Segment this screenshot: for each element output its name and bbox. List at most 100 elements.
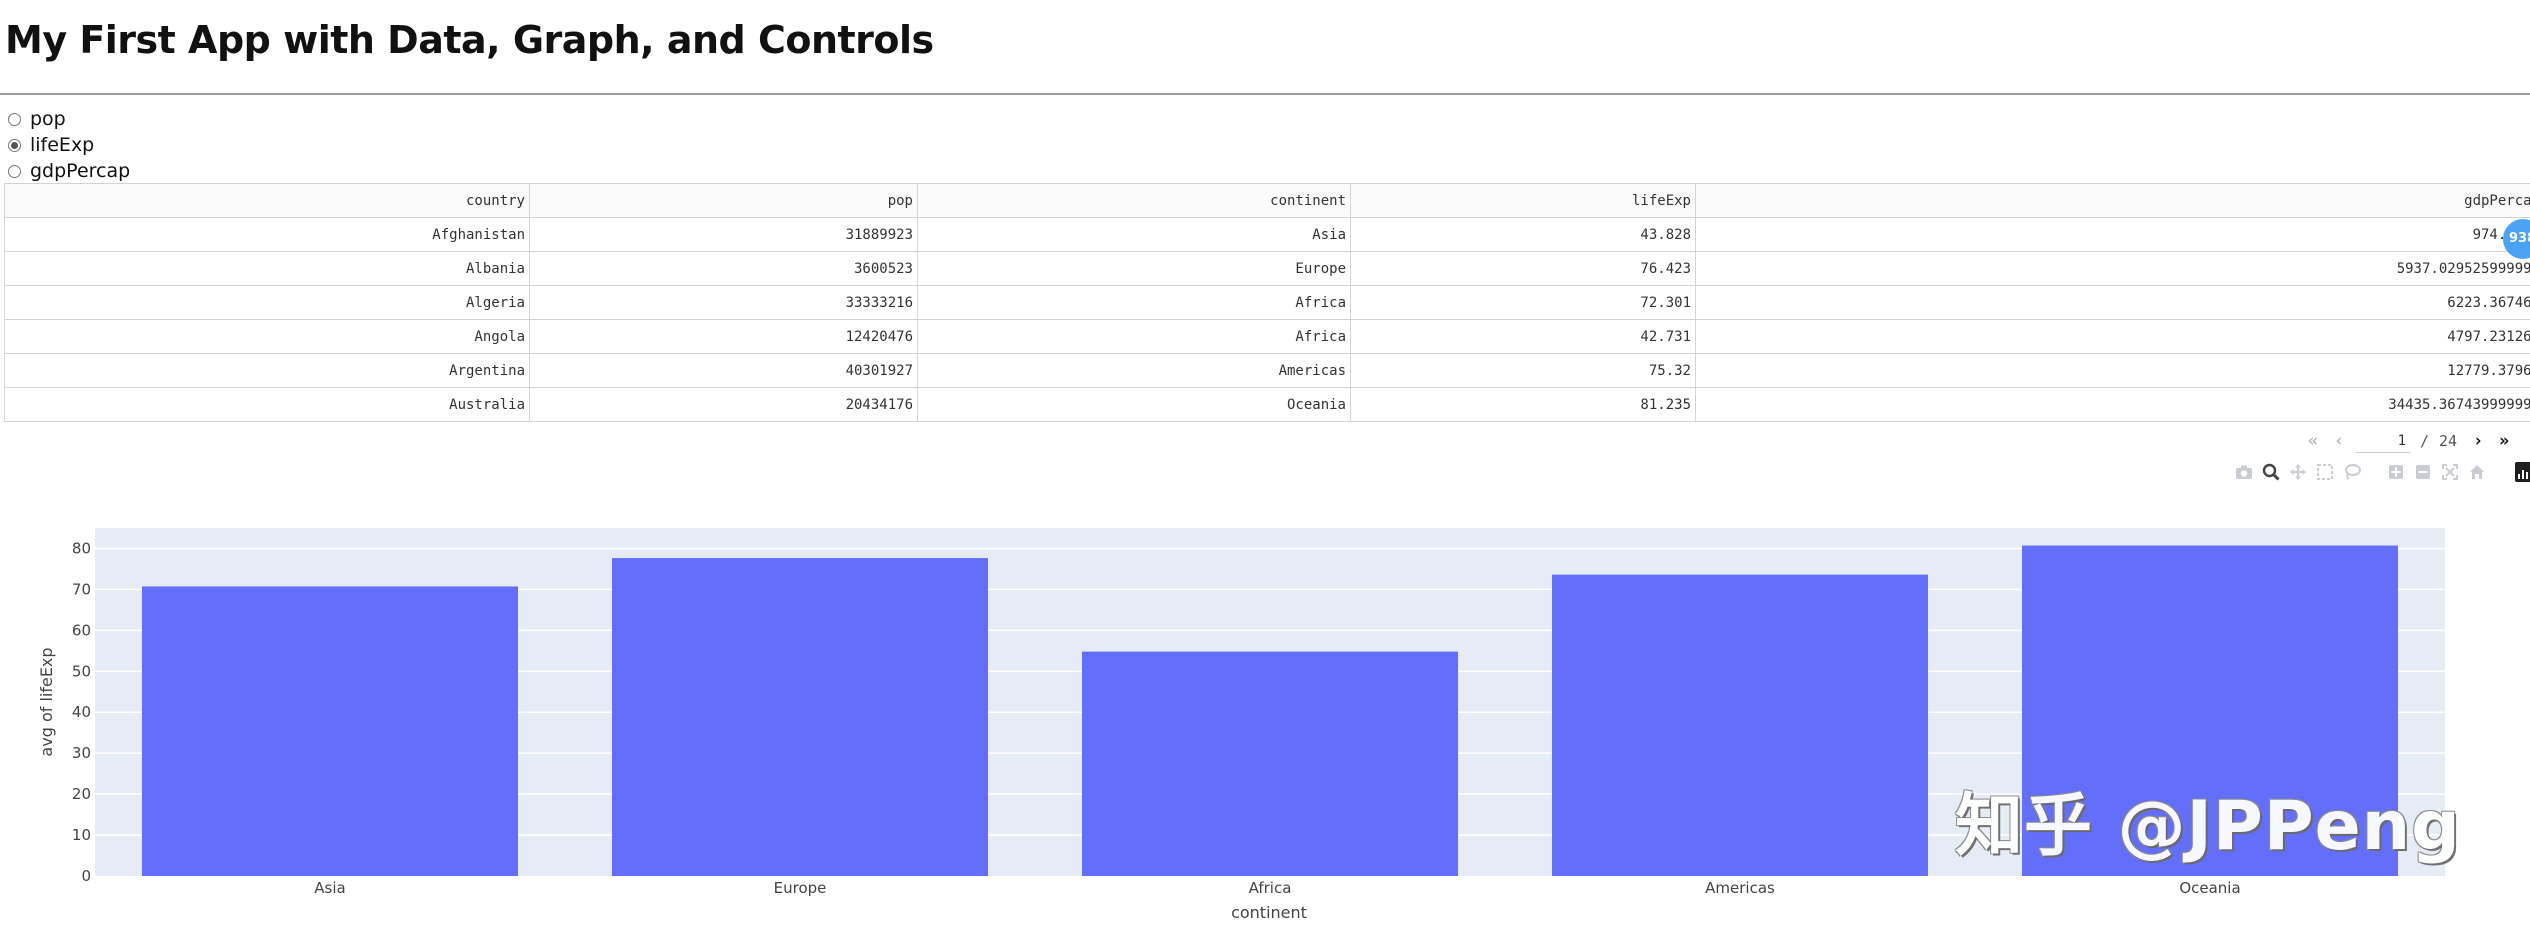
radio-label: lifeExp	[30, 134, 95, 156]
table-cell[interactable]: 974.5803	[1695, 217, 2530, 252]
zoom-icon[interactable]	[2261, 462, 2281, 482]
plot-modebar	[2234, 462, 2530, 482]
bar-asia[interactable]	[142, 586, 518, 876]
table-cell[interactable]: Europe	[917, 251, 1351, 286]
current-page-input[interactable]	[2356, 429, 2410, 453]
table-cell[interactable]: 75.32	[1350, 353, 1696, 388]
table-cell[interactable]: Americas	[917, 353, 1351, 388]
table-pagination: « ‹ / 24 › »	[2300, 428, 2530, 454]
table-row: Afghanistan 31889923 Asia 43.828 974.580…	[4, 217, 2530, 252]
column-header-lifeexp[interactable]: lifeExp	[1350, 183, 1696, 218]
table-cell[interactable]: Asia	[917, 217, 1351, 252]
y-tick-label: 30	[72, 744, 91, 762]
table-cell[interactable]: 34435.367439999995	[1695, 387, 2530, 422]
x-tick-label: Asia	[314, 879, 345, 897]
radio-label: pop	[30, 108, 66, 130]
table-cell[interactable]: 42.731	[1350, 319, 1696, 354]
table-cell[interactable]: 6223.367465	[1695, 285, 2530, 320]
x-axis-label: continent	[1231, 903, 1307, 922]
y-axis-ticks: 0 10 20 30 40 50 60 70 80	[72, 539, 91, 885]
radio-button[interactable]	[8, 164, 21, 178]
column-header-pop[interactable]: pop	[529, 183, 918, 218]
table-cell[interactable]: 20434176	[529, 387, 918, 422]
radio-option-gdppercap[interactable]: gdpPercap	[8, 158, 130, 184]
y-tick-label: 80	[72, 539, 91, 557]
radio-button[interactable]	[8, 138, 21, 152]
radio-option-pop[interactable]: pop	[8, 106, 130, 132]
y-tick-label: 50	[72, 662, 91, 680]
table-row: Angola 12420476 Africa 42.731 4797.23126…	[4, 319, 2530, 354]
lasso-select-icon[interactable]	[2342, 462, 2362, 482]
table-cell[interactable]: 31889923	[529, 217, 918, 252]
table-cell[interactable]: Algeria	[4, 285, 530, 320]
table-cell[interactable]: 81.235	[1350, 387, 1696, 422]
bar-chart: 0 10 20 30 40 50 60 70 80 Asia Europe Africa Americ…	[37, 528, 2445, 922]
bar-americas[interactable]	[1552, 574, 1928, 876]
bar-europe[interactable]	[612, 558, 988, 876]
table-cell[interactable]: Africa	[917, 285, 1351, 320]
total-pages: 24	[2439, 432, 2458, 450]
table-cell[interactable]: 43.828	[1350, 217, 1696, 252]
autoscale-icon[interactable]	[2440, 462, 2460, 482]
table-cell[interactable]: Albania	[4, 251, 530, 286]
table-row: Australia 20434176 Oceania 81.235 34435.…	[4, 387, 2530, 422]
home-icon[interactable]	[2467, 462, 2487, 482]
x-axis-ticks: Asia Europe Africa Americas Oceania	[314, 879, 2240, 897]
previous-page-button[interactable]: ‹	[2326, 428, 2352, 454]
watermark: 知乎 @JPPeng	[1955, 787, 2461, 866]
table-cell[interactable]: Argentina	[4, 353, 530, 388]
table-cell[interactable]: 12420476	[529, 319, 918, 354]
x-tick-label: Americas	[1705, 879, 1775, 897]
modebar-spacer	[2369, 462, 2379, 482]
table-row: Algeria 33333216 Africa 72.301 6223.3674…	[4, 285, 2530, 320]
data-table: country pop continent lifeExp gdpPercap …	[4, 183, 2530, 422]
divider	[0, 93, 2530, 95]
radio-label: gdpPercap	[30, 160, 131, 182]
radio-option-lifeexp[interactable]: lifeExp	[8, 132, 130, 158]
page-separator: /	[2420, 432, 2430, 450]
y-tick-label: 0	[81, 867, 91, 885]
y-tick-label: 60	[72, 621, 91, 639]
page-title: My First App with Data, Graph, and Contr…	[5, 18, 934, 62]
plotly-logo-icon[interactable]	[2515, 462, 2530, 482]
y-tick-label: 20	[72, 785, 91, 803]
last-page-button[interactable]: »	[2491, 428, 2517, 454]
y-axis-label: avg of lifeExp	[37, 647, 56, 756]
table-cell[interactable]: 76.423	[1350, 251, 1696, 286]
table-cell[interactable]: Australia	[4, 387, 530, 422]
y-tick-label: 10	[72, 826, 91, 844]
modebar-spacer	[2494, 462, 2508, 482]
column-header-gdppercap[interactable]: gdpPercap	[1695, 183, 2530, 218]
x-tick-label: Europe	[774, 879, 827, 897]
camera-icon[interactable]	[2234, 462, 2254, 482]
table-header-row: country pop continent lifeExp gdpPercap	[4, 183, 2530, 218]
next-page-button[interactable]: ›	[2465, 428, 2491, 454]
table-cell[interactable]: 3600523	[529, 251, 918, 286]
table-cell[interactable]: 4797.231267	[1695, 319, 2530, 354]
box-select-icon[interactable]	[2315, 462, 2335, 482]
pan-icon[interactable]	[2288, 462, 2308, 482]
table-cell[interactable]: Africa	[917, 319, 1351, 354]
y-tick-label: 70	[72, 580, 91, 598]
column-header-continent[interactable]: continent	[917, 183, 1351, 218]
table-cell[interactable]: 40301927	[529, 353, 918, 388]
x-tick-label: Oceania	[2179, 879, 2240, 897]
zoom-in-icon[interactable]	[2386, 462, 2406, 482]
radio-button[interactable]	[8, 112, 21, 126]
table-cell[interactable]: 33333216	[529, 285, 918, 320]
first-page-button[interactable]: «	[2300, 428, 2326, 454]
table-cell[interactable]: Oceania	[917, 387, 1351, 422]
table-row: Argentina 40301927 Americas 75.32 12779.…	[4, 353, 2530, 388]
table-cell[interactable]: 12779.37964	[1695, 353, 2530, 388]
y-tick-label: 40	[72, 703, 91, 721]
table-cell[interactable]: Angola	[4, 319, 530, 354]
column-radio-group: pop lifeExp gdpPercap	[8, 106, 130, 184]
table-cell[interactable]: Afghanistan	[4, 217, 530, 252]
zoom-out-icon[interactable]	[2413, 462, 2433, 482]
table-row: Albania 3600523 Europe 76.423 5937.02952…	[4, 251, 2530, 286]
column-header-country[interactable]: country	[4, 183, 530, 218]
table-cell[interactable]: 72.301	[1350, 285, 1696, 320]
table-cell[interactable]: 5937.029525999999	[1695, 251, 2530, 286]
bar-africa[interactable]	[1082, 651, 1458, 876]
x-tick-label: Africa	[1249, 879, 1292, 897]
